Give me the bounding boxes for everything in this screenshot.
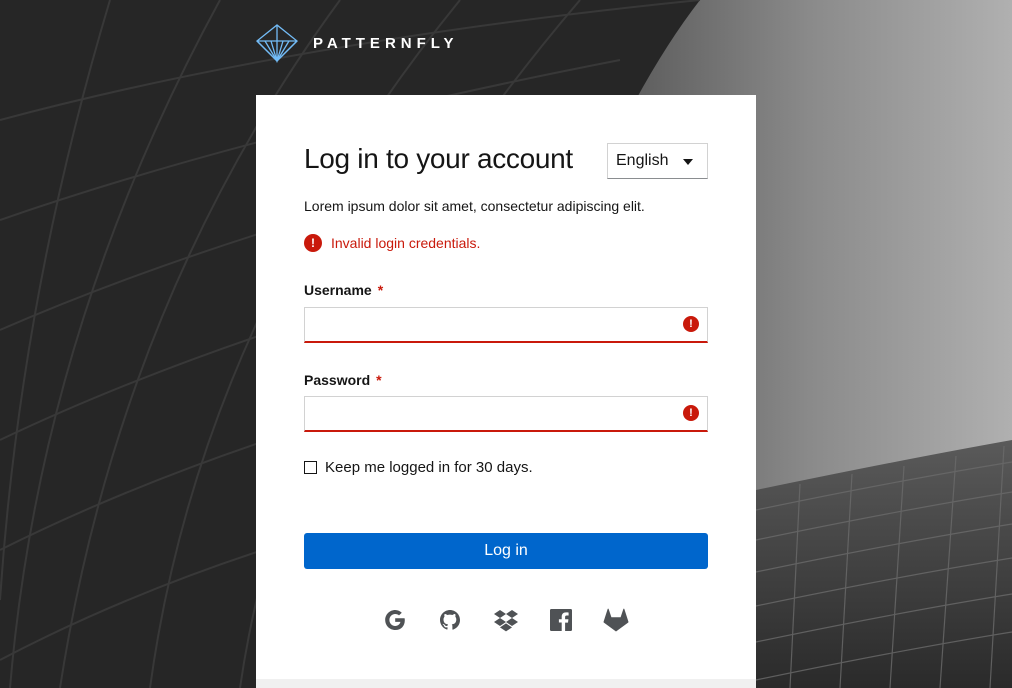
language-select[interactable]: English (607, 143, 708, 179)
gitlab-icon[interactable] (603, 606, 629, 634)
brand-name: PATTERNFLY (313, 34, 459, 52)
patternfly-logo-icon (255, 23, 299, 64)
remember-me-checkbox[interactable] (304, 461, 317, 474)
google-icon[interactable] (382, 606, 408, 634)
username-input[interactable] (304, 307, 708, 343)
login-subtitle: Lorem ipsum dolor sit amet, consectetur … (304, 198, 645, 214)
login-button[interactable]: Log in (304, 533, 708, 569)
page-title: Log in to your account (304, 143, 573, 174)
login-error-message: ! Invalid login credentials. (304, 234, 480, 252)
password-label: Password * (304, 372, 382, 388)
dropbox-icon[interactable] (493, 606, 519, 634)
social-login-links (256, 606, 756, 634)
required-marker: * (377, 282, 384, 298)
login-card: Log in to your account English Lorem ips… (256, 95, 756, 688)
card-footer (256, 679, 756, 688)
facebook-icon[interactable] (548, 606, 574, 634)
password-error-icon: ! (683, 405, 699, 421)
github-icon[interactable] (437, 606, 463, 634)
remember-me[interactable]: Keep me logged in for 30 days. (304, 459, 533, 476)
username-label: Username * (304, 282, 383, 298)
password-input[interactable] (304, 396, 708, 432)
language-select-value: English (616, 152, 669, 169)
remember-me-label[interactable]: Keep me logged in for 30 days. (325, 459, 533, 476)
caret-down-icon (683, 159, 693, 165)
username-label-text: Username (304, 282, 372, 298)
error-text: Invalid login credentials. (331, 235, 481, 251)
brand-header: PATTERNFLY (255, 23, 459, 64)
username-error-icon: ! (683, 316, 699, 332)
exclamation-circle-icon: ! (304, 234, 322, 252)
required-marker: * (376, 372, 382, 388)
password-label-text: Password (304, 372, 371, 388)
